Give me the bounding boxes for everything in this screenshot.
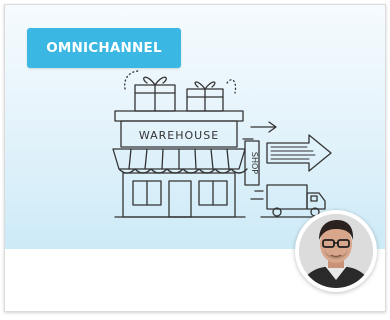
article-card[interactable]: OMNICHANNEL WAREHOUSE SHOP (4, 4, 386, 312)
warehouse-to-shop-icon: WAREHOUSE SHOP (112, 70, 332, 218)
category-badge[interactable]: OMNICHANNEL (27, 28, 181, 68)
delivery-truck-icon (250, 184, 332, 218)
shop-sign: SHOP (250, 152, 259, 174)
warehouse-sign: WAREHOUSE (139, 129, 219, 142)
gift-box-icon (186, 81, 224, 112)
author-photo (299, 214, 373, 288)
gift-box-icon (134, 76, 176, 112)
author-avatar[interactable] (295, 210, 377, 292)
